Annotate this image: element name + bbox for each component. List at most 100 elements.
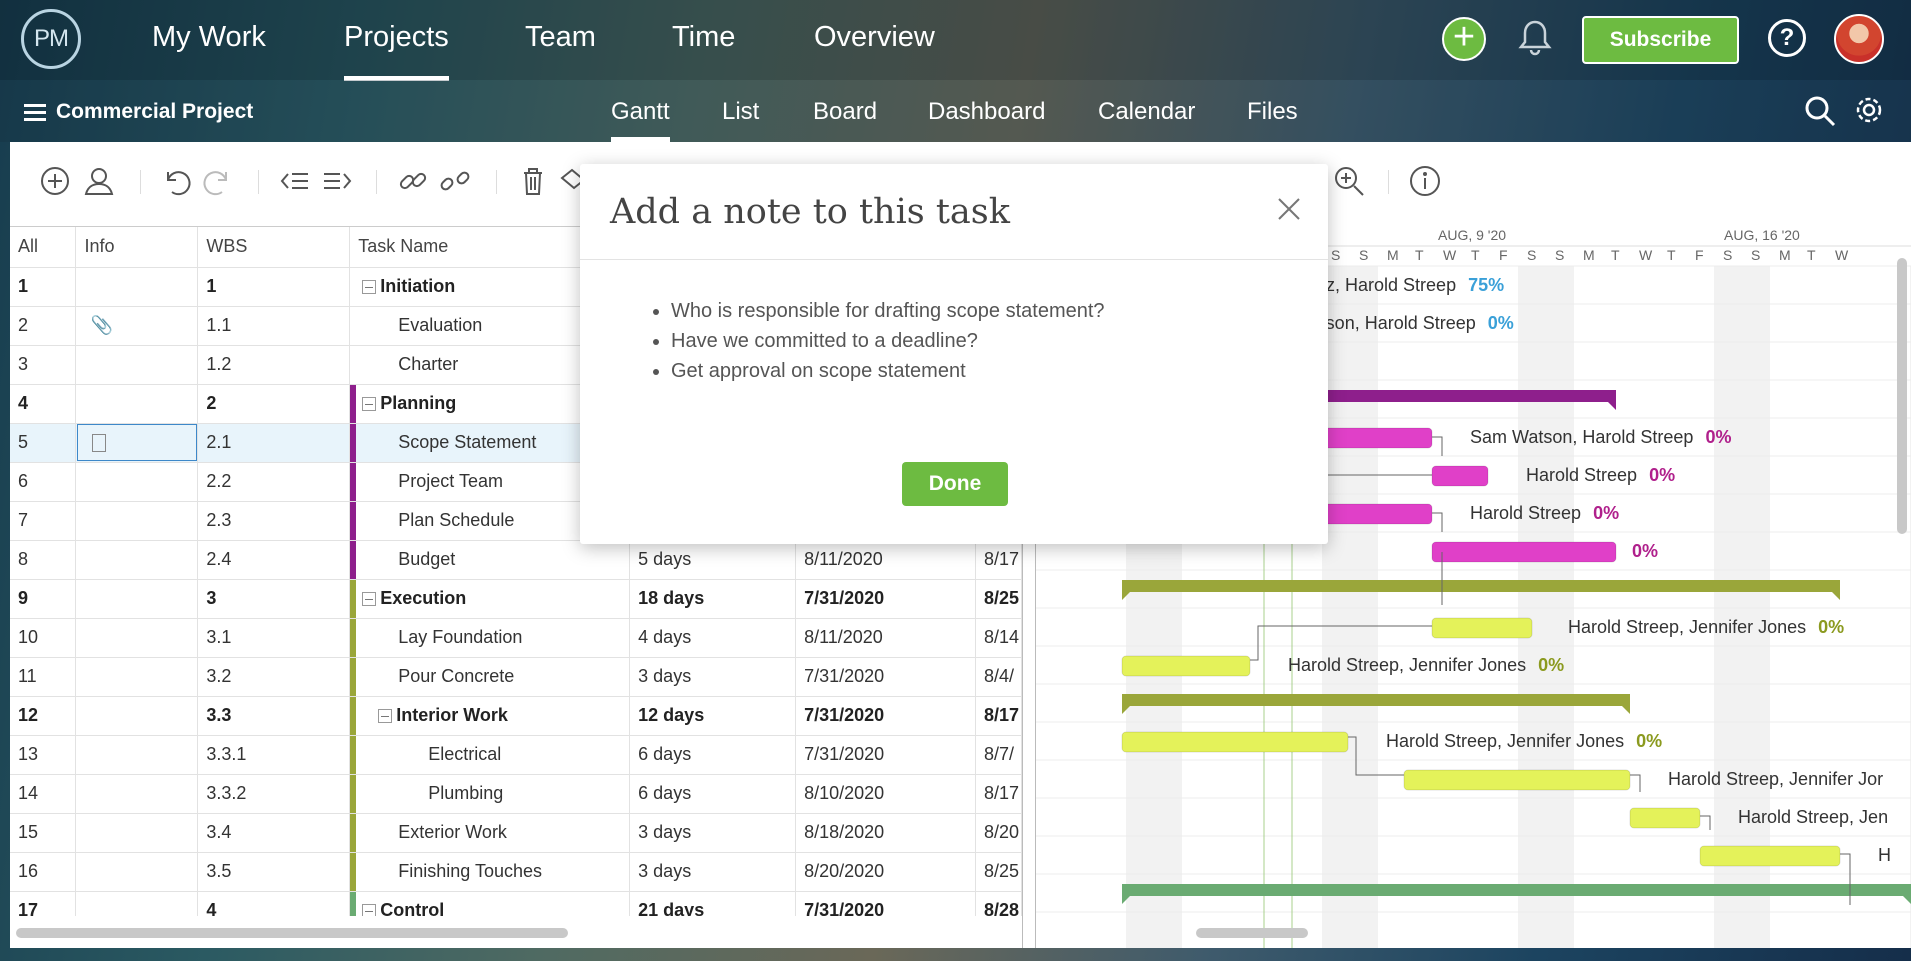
table-row[interactable]: 10 3.1 Lay Foundation 4 days 8/11/2020 8/14 bbox=[10, 618, 1022, 658]
duration-cell[interactable]: 5 days bbox=[629, 540, 797, 580]
nav-my-work[interactable]: My Work bbox=[152, 21, 266, 54]
nav-overview[interactable]: Overview bbox=[814, 21, 935, 54]
row-number[interactable]: 4 bbox=[10, 384, 77, 424]
start-cell[interactable]: 7/31/2020 bbox=[795, 657, 976, 697]
end-cell[interactable]: 8/25 bbox=[975, 579, 1022, 619]
row-number[interactable]: 2 bbox=[10, 306, 77, 346]
tab-files[interactable]: Files bbox=[1247, 98, 1298, 126]
end-cell[interactable]: 8/7/ bbox=[975, 735, 1022, 775]
start-cell[interactable]: 8/18/2020 bbox=[795, 813, 976, 853]
task-name-cell[interactable]: Pour Concrete bbox=[349, 657, 631, 697]
search-icon[interactable] bbox=[1804, 95, 1836, 127]
table-row[interactable]: 15 3.4 Exterior Work 3 days 8/18/2020 8/20 bbox=[10, 813, 1022, 853]
start-cell[interactable]: 7/31/2020 bbox=[795, 735, 976, 775]
redo-icon[interactable] bbox=[202, 164, 236, 198]
end-cell[interactable]: 8/28 bbox=[975, 891, 1022, 916]
tab-dashboard[interactable]: Dashboard bbox=[928, 98, 1045, 126]
task-name-cell[interactable]: Plumbing bbox=[349, 774, 631, 814]
duration-cell[interactable]: 21 days bbox=[629, 891, 797, 916]
end-cell[interactable]: 8/17 bbox=[975, 696, 1022, 736]
tab-board[interactable]: Board bbox=[813, 98, 877, 126]
collapse-icon[interactable] bbox=[362, 279, 377, 294]
info-cell[interactable] bbox=[75, 735, 199, 775]
start-cell[interactable]: 8/11/2020 bbox=[795, 540, 976, 580]
task-bar[interactable] bbox=[1431, 465, 1489, 487]
bell-icon[interactable] bbox=[1517, 18, 1553, 58]
start-cell[interactable]: 8/10/2020 bbox=[795, 774, 976, 814]
collapse-icon[interactable] bbox=[362, 396, 377, 411]
info-cell[interactable] bbox=[75, 579, 199, 619]
note-icon[interactable] bbox=[92, 434, 107, 453]
collapse-icon[interactable] bbox=[362, 903, 377, 916]
duration-cell[interactable]: 3 days bbox=[629, 852, 797, 892]
row-number[interactable]: 6 bbox=[10, 462, 77, 502]
table-row[interactable]: 11 3.2 Pour Concrete 3 days 7/31/2020 8/4/ bbox=[10, 657, 1022, 697]
duration-cell[interactable]: 3 days bbox=[629, 813, 797, 853]
delete-icon[interactable] bbox=[516, 164, 550, 198]
info-cell[interactable] bbox=[75, 540, 199, 580]
task-bar[interactable] bbox=[1121, 731, 1349, 753]
wbs-cell[interactable]: 3.5 bbox=[197, 852, 351, 892]
start-cell[interactable]: 7/31/2020 bbox=[795, 579, 976, 619]
help-icon[interactable]: ? bbox=[1768, 19, 1806, 57]
wbs-cell[interactable]: 2.1 bbox=[197, 423, 351, 463]
info-cell[interactable] bbox=[75, 774, 199, 814]
wbs-cell[interactable]: 3.4 bbox=[197, 813, 351, 853]
unlink-icon[interactable] bbox=[438, 164, 472, 198]
task-bar[interactable] bbox=[1403, 769, 1631, 791]
info-cell[interactable] bbox=[75, 618, 199, 658]
row-number[interactable]: 15 bbox=[10, 813, 77, 853]
end-cell[interactable]: 8/17 bbox=[975, 540, 1022, 580]
gantt-horizontal-scrollbar[interactable] bbox=[1196, 928, 1308, 938]
grid-horizontal-scrollbar[interactable] bbox=[16, 928, 568, 938]
info-cell[interactable] bbox=[75, 345, 199, 385]
wbs-cell[interactable]: 2.4 bbox=[197, 540, 351, 580]
task-bar[interactable] bbox=[1629, 807, 1701, 829]
collapse-icon[interactable] bbox=[378, 708, 393, 723]
info-cell[interactable] bbox=[75, 267, 199, 307]
wbs-cell[interactable]: 1 bbox=[197, 267, 351, 307]
duration-cell[interactable]: 6 days bbox=[629, 735, 797, 775]
col-info[interactable]: Info bbox=[75, 227, 199, 268]
info-cell[interactable] bbox=[75, 696, 199, 736]
start-cell[interactable]: 7/31/2020 bbox=[795, 891, 976, 916]
nav-projects[interactable]: Projects bbox=[344, 21, 449, 81]
wbs-cell[interactable]: 3.3 bbox=[197, 696, 351, 736]
row-number[interactable]: 12 bbox=[10, 696, 77, 736]
row-number[interactable]: 10 bbox=[10, 618, 77, 658]
close-icon[interactable] bbox=[1274, 194, 1304, 224]
summary-bar[interactable] bbox=[1122, 694, 1630, 706]
attachment-icon[interactable]: 📎 bbox=[84, 315, 112, 335]
start-cell[interactable]: 7/31/2020 bbox=[795, 696, 976, 736]
row-number[interactable]: 3 bbox=[10, 345, 77, 385]
table-row[interactable]: 16 3.5 Finishing Touches 3 days 8/20/2020 8/2… bbox=[10, 852, 1022, 892]
summary-bar[interactable] bbox=[1300, 390, 1616, 402]
task-bar[interactable] bbox=[1121, 655, 1251, 677]
undo-icon[interactable] bbox=[158, 164, 192, 198]
tab-gantt[interactable]: Gantt bbox=[611, 98, 670, 142]
wbs-cell[interactable]: 2.2 bbox=[197, 462, 351, 502]
row-number[interactable]: 9 bbox=[10, 579, 77, 619]
task-name-cell[interactable]: Finishing Touches bbox=[349, 852, 631, 892]
row-number[interactable]: 11 bbox=[10, 657, 77, 697]
task-name-cell[interactable]: Interior Work bbox=[349, 696, 631, 736]
row-number[interactable]: 16 bbox=[10, 852, 77, 892]
zoom-in-icon[interactable] bbox=[1332, 164, 1366, 198]
table-row[interactable]: 14 3.3.2 Plumbing 6 days 8/10/2020 8/17 bbox=[10, 774, 1022, 814]
project-title[interactable]: Commercial Project bbox=[56, 100, 253, 124]
table-row[interactable]: 9 3 Execution 18 days 7/31/2020 8/25 bbox=[10, 579, 1022, 619]
task-name-cell[interactable]: Execution bbox=[349, 579, 631, 619]
duration-cell[interactable]: 3 days bbox=[629, 657, 797, 697]
link-icon[interactable] bbox=[396, 164, 430, 198]
table-row[interactable]: 13 3.3.1 Electrical 6 days 7/31/2020 8/7/ bbox=[10, 735, 1022, 775]
assign-user-icon[interactable] bbox=[82, 164, 116, 198]
info-cell[interactable] bbox=[75, 657, 199, 697]
info-cell[interactable] bbox=[75, 384, 199, 424]
info-cell[interactable] bbox=[75, 813, 199, 853]
add-icon[interactable]: + bbox=[1442, 17, 1486, 61]
duration-cell[interactable]: 12 days bbox=[629, 696, 797, 736]
wbs-cell[interactable]: 3.2 bbox=[197, 657, 351, 697]
done-button[interactable]: Done bbox=[902, 462, 1008, 506]
tab-calendar[interactable]: Calendar bbox=[1098, 98, 1195, 126]
add-task-icon[interactable] bbox=[38, 164, 72, 198]
